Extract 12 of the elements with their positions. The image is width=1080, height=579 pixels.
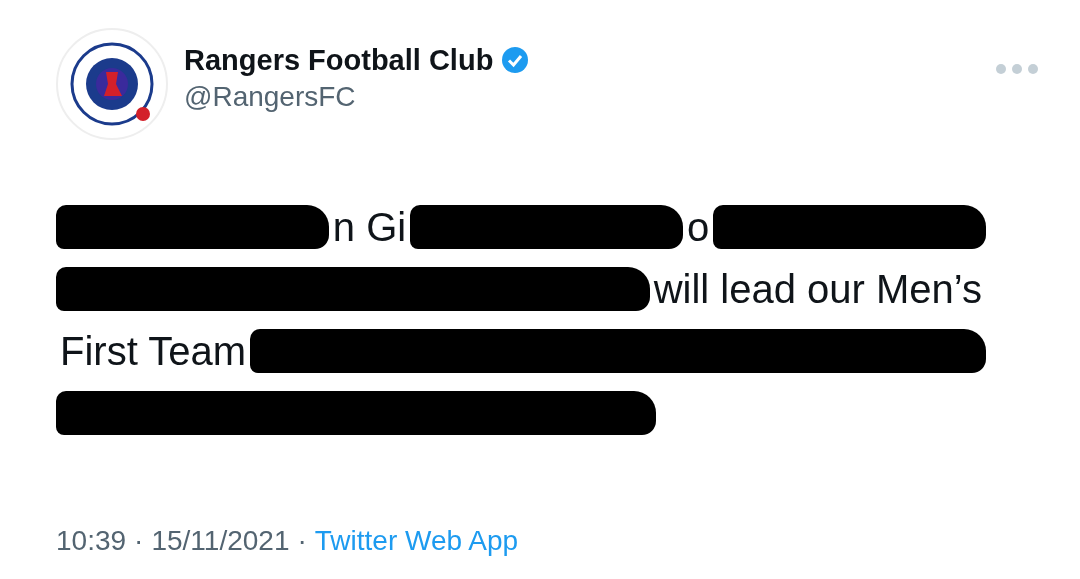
tweet-text: n Gi — [331, 204, 408, 250]
separator-dot: · — [134, 525, 144, 557]
more-options-icon[interactable] — [994, 62, 1040, 76]
tweet-text: First Team — [59, 328, 247, 374]
account-name[interactable]: Rangers Football Club — [184, 43, 494, 77]
separator-dot: · — [297, 525, 307, 557]
tweet-time: 10:39 — [56, 525, 127, 557]
tweet-text: will lead our Men’s — [652, 266, 983, 312]
crest-icon — [56, 28, 168, 140]
account-handle[interactable]: @RangersFC — [184, 80, 978, 113]
tweet-text: o — [685, 204, 711, 250]
tweet-date: 15/11/2021 — [151, 525, 290, 557]
